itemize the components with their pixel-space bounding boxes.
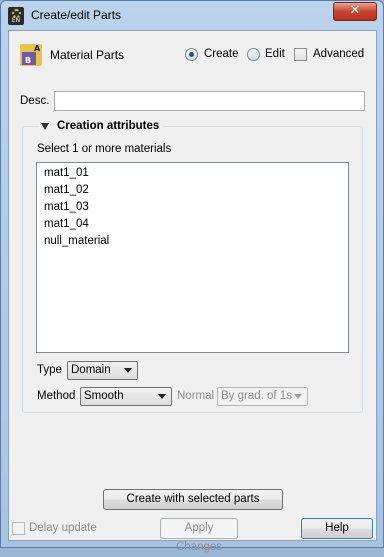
creation-attributes-title: Creation attributes [57, 120, 160, 132]
title-bar[interactable]: EN Create/edit Parts ✕ [1, 1, 383, 29]
method-select[interactable]: Smooth [80, 387, 172, 406]
list-item[interactable]: mat1_01 [37, 165, 348, 182]
create-with-selected-parts-button[interactable]: Create with selected parts [103, 489, 283, 510]
chevron-down-icon [124, 368, 132, 373]
window-title: Create/edit Parts [31, 8, 122, 22]
list-item[interactable]: null_material [37, 233, 348, 250]
method-select-value: Smooth [84, 390, 124, 402]
delay-update-label[interactable]: Delay update [29, 522, 97, 534]
material-parts-icon: A B [20, 44, 42, 66]
list-item[interactable]: mat1_02 [37, 182, 348, 199]
normal-select-value: By grad. of 1s [221, 390, 292, 402]
list-item[interactable]: mat1_03 [37, 199, 348, 216]
materials-list-label: Select 1 or more materials [37, 143, 172, 155]
materials-listbox[interactable]: mat1_01 mat1_02 mat1_03 mat1_04 null_mat… [36, 162, 349, 353]
description-input[interactable] [54, 91, 365, 111]
edit-radio-label[interactable]: Edit [265, 48, 285, 60]
create-radio-label[interactable]: Create [204, 48, 239, 60]
method-label: Method [37, 390, 76, 402]
edit-radio[interactable] [247, 48, 260, 61]
collapse-triangle-icon[interactable] [41, 122, 49, 130]
dialog-client-area: A B Material Parts Create Edit Advanced … [8, 30, 377, 553]
create-radio[interactable] [185, 48, 198, 61]
normal-label: Normal [177, 390, 215, 402]
description-label: Desc. [20, 95, 50, 107]
type-select[interactable]: Domain [67, 361, 138, 380]
panel-title: Material Parts [50, 48, 125, 62]
creation-attributes-header[interactable]: Creation attributes [39, 120, 164, 132]
normal-select[interactable]: By grad. of 1s [217, 387, 308, 406]
close-button[interactable]: ✕ [333, 2, 377, 21]
type-select-value: Domain [71, 364, 111, 376]
help-button[interactable]: Help [301, 518, 373, 539]
apply-changes-button[interactable]: Apply Changes [160, 518, 238, 553]
chevron-down-icon [294, 394, 302, 399]
app-logo-icon: EN [8, 7, 24, 25]
type-label: Type [37, 364, 62, 376]
svg-text:A: A [34, 44, 41, 53]
advanced-label[interactable]: Advanced [313, 48, 364, 60]
chevron-down-icon [158, 394, 166, 399]
delay-update-checkbox[interactable] [12, 522, 25, 535]
svg-text:B: B [25, 56, 31, 65]
advanced-checkbox[interactable] [294, 48, 307, 61]
dialog-window: EN Create/edit Parts ✕ A B Material Part… [0, 0, 384, 553]
list-item[interactable]: mat1_04 [37, 216, 348, 233]
app-logo-text: EN [11, 16, 21, 24]
